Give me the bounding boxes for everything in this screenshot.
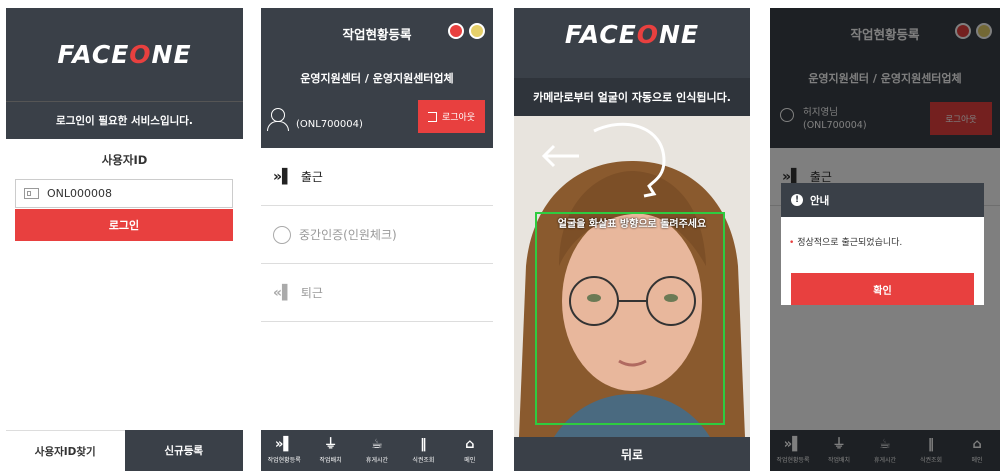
logo-text-o: O [129, 40, 152, 69]
back-button[interactable]: 뒤로 [514, 437, 750, 471]
tab-home[interactable]: ⌂ 메인 [449, 436, 491, 464]
tab-label: 식권조회 [412, 456, 435, 464]
coffee-icon: ☕ [371, 436, 383, 452]
login-notice: 로그인이 필요한 서비스입니다. [6, 101, 243, 139]
info-dialog: ! 안내 • 정상적으로 출근되었습니다. 확인 [781, 183, 984, 305]
menu-label-midcheck: 중간인증(인원체크) [299, 228, 397, 242]
menu-item-midcheck[interactable]: 중간인증(인원체크) [261, 206, 493, 264]
user-icon-body [267, 121, 289, 131]
logo-text-face: FACE [564, 20, 637, 49]
userid-value: ONL000008 [47, 187, 113, 200]
login-screen: FACEONE 로그인이 필요한 서비스입니다. 사용자ID ONL000008… [6, 8, 243, 471]
tab-label: 작업배치 [319, 456, 342, 464]
logo-text-o: O [636, 20, 660, 49]
camera-instruction: 카메라로부터 얼굴이 자동으로 인식됩니다. [514, 78, 750, 116]
face-header: FACEONE [514, 8, 750, 78]
register-button[interactable]: 신규등록 [124, 430, 243, 471]
logo-text-ne: NE [151, 40, 192, 69]
door-in-icon: »▌ [273, 168, 293, 185]
tab-label: 휴게시간 [365, 456, 389, 464]
userid-label: 사용자ID [101, 153, 148, 167]
page-title: 작업현황등록 [342, 26, 412, 42]
menu-item-checkout[interactable]: «▌ 퇴근 [261, 264, 493, 322]
userid-field[interactable]: ONL000008 [15, 179, 233, 208]
org-name: 운영지원센터 / 운영지원센터업체 [261, 58, 493, 98]
logout-icon [427, 111, 437, 122]
dialog-title: 안내 [810, 194, 830, 207]
turn-face-overlay: 얼굴을 화살표 방향으로 돌려주세요 [557, 219, 707, 230]
camera-view: 얼굴을 화살표 방향으로 돌려주세요 [514, 116, 750, 437]
profile-icon[interactable] [469, 23, 485, 39]
tab-work-status[interactable]: »▌ 작업현황등록 [263, 436, 305, 464]
id-card-icon [24, 188, 39, 199]
main-screen: 작업현황등록 운영지원센터 / 운영지원센터업체 (ONL700004) 로그아… [261, 8, 493, 471]
dialog-header: ! 안내 [781, 183, 984, 217]
timer-icon [273, 225, 291, 244]
notification-icon[interactable] [448, 23, 464, 39]
door-out-icon: «▌ [273, 284, 293, 301]
person-icon: ⏚ [324, 436, 338, 452]
dialog-screen: 작업현황등록 운영지원센터 / 운영지원센터업체 허지영님 (ONL700004… [770, 8, 1000, 471]
tab-break[interactable]: ☕ 휴게시간 [356, 436, 398, 464]
tab-label: 작업현황등록 [267, 456, 301, 464]
logo-text-face: FACE [57, 40, 130, 69]
menu-label-checkout: 퇴근 [300, 286, 323, 300]
home-icon: ⌂ [465, 436, 475, 452]
user-id: (ONL700004) [296, 119, 363, 130]
logo-text-ne: NE [659, 20, 700, 49]
info-icon: ! [791, 194, 803, 206]
bottom-tab-bar: »▌ 작업현황등록 ⏚ 작업배치 ☕ 휴게시간 ‖ 식권조회 ⌂ 메인 [261, 430, 493, 471]
bullet-icon: • [789, 238, 795, 248]
tab-meal[interactable]: ‖ 식권조회 [402, 436, 444, 464]
user-icon [271, 108, 285, 122]
user-bar: (ONL700004) 로그아웃 [261, 98, 493, 148]
login-header: FACEONE [6, 8, 243, 101]
main-header: 작업현황등록 [261, 8, 493, 58]
face-screen: FACEONE 카메라로부터 얼굴이 자동으로 인식됩니다. 얼굴을 화살표 방… [514, 8, 750, 471]
find-id-button[interactable]: 사용자ID찾기 [6, 430, 125, 471]
login-footer: 사용자ID찾기 신규등록 [6, 430, 243, 471]
faceone-logo: FACEONE [565, 20, 699, 49]
header-icons [448, 23, 485, 39]
utensils-icon: ‖ [420, 436, 427, 452]
tab-label: 메인 [464, 456, 476, 464]
tab-work-assign[interactable]: ⏚ 작업배치 [310, 436, 352, 464]
logout-button[interactable]: 로그아웃 [418, 100, 485, 133]
camera-feed [514, 116, 750, 437]
faceone-logo: FACEONE [57, 40, 191, 69]
dialog-message: 정상적으로 출근되었습니다. [797, 238, 903, 248]
door-icon: »▌ [274, 436, 294, 452]
logout-label: 로그아웃 [441, 113, 476, 123]
dialog-message-row: • 정상적으로 출근되었습니다. [781, 217, 984, 248]
menu-item-checkin[interactable]: »▌ 출근 [261, 148, 493, 206]
menu-label-checkin: 출근 [300, 170, 323, 184]
login-button[interactable]: 로그인 [15, 209, 233, 241]
confirm-button[interactable]: 확인 [791, 273, 974, 305]
menu-list: »▌ 출근 중간인증(인원체크) «▌ 퇴근 [261, 148, 493, 322]
